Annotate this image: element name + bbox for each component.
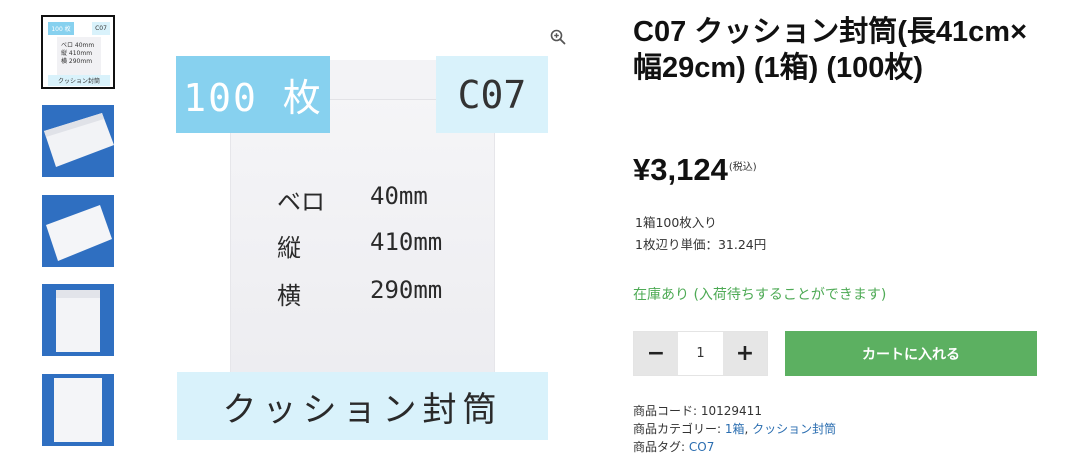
quantity-decrease-button[interactable]: − <box>634 332 678 375</box>
stock-status: 在庫あり (入荷待ちすることができます) <box>633 287 887 303</box>
category-label: 商品カテゴリー: <box>633 422 722 436</box>
tax-note: (税込) <box>728 162 757 173</box>
thumbnail-banner: クッション封筒 <box>48 75 110 86</box>
product-summary: C07 クッション封筒(長41cm×幅29cm) (1箱) (100枚) ¥3,… <box>633 14 1053 454</box>
thumbnail-1[interactable]: 100 枚 C07 ベロ 40mm 縦 410mm 横 290mm クッション封… <box>41 15 115 89</box>
product-meta: 商品コード: 10129411 商品カテゴリー: 1箱, クッション封筒 商品タ… <box>633 402 836 456</box>
category-separator: , <box>744 422 753 436</box>
main-product-image[interactable]: 100 枚 C07 ベロ 40mm 縦 410mm 横 290mm クッション封… <box>150 20 580 460</box>
thumbnail-2[interactable] <box>42 105 114 177</box>
product-type-banner: クッション封筒 <box>177 372 548 440</box>
description-line-unit-price: 1枚辺り単価：31.24円 <box>635 237 767 252</box>
quantity-stepper: − + <box>633 331 768 376</box>
count-badge: 100 枚 <box>176 56 330 133</box>
spec-value-height: 410mm <box>370 228 443 256</box>
thumbnail-3-image <box>42 195 114 267</box>
thumbnail-5[interactable] <box>42 374 114 446</box>
magnifier-plus-icon[interactable] <box>549 28 567 46</box>
thumbnail-spec-2: 縦 410mm <box>61 50 93 57</box>
thumbnail-4[interactable] <box>42 284 114 356</box>
product-price: ¥3,124 <box>633 152 728 187</box>
spec-value-flap: 40mm <box>370 182 428 210</box>
thumbnail-code-badge: C07 <box>92 22 110 35</box>
spec-value-width: 290mm <box>370 276 443 304</box>
category-row: 商品カテゴリー: 1箱, クッション封筒 <box>633 420 836 438</box>
product-short-description: 1箱100枚入り 1枚辺り単価：31.24円 <box>635 212 766 256</box>
thumbnail-2-image <box>42 105 114 177</box>
spec-label-width: 横 <box>277 282 301 310</box>
tag-row: 商品タグ: CO7 <box>633 438 836 456</box>
thumbnail-count-badge: 100 枚 <box>48 22 74 35</box>
thumbnail-spec-1: ベロ 40mm <box>61 42 95 49</box>
quantity-input[interactable] <box>678 332 723 375</box>
sku-label: 商品コード: <box>633 404 698 418</box>
code-badge: C07 <box>436 56 548 133</box>
sku-row: 商品コード: 10129411 <box>633 402 836 420</box>
category-link-1box[interactable]: 1箱 <box>725 422 745 436</box>
tag-label: 商品タグ: <box>633 440 686 454</box>
sku-value: 10129411 <box>700 404 762 418</box>
thumbnail-1-canvas: 100 枚 C07 ベロ 40mm 縦 410mm 横 290mm クッション封… <box>45 19 111 86</box>
spec-label-flap: ベロ <box>277 188 325 216</box>
category-link-cushion-envelope[interactable]: クッション封筒 <box>752 422 836 436</box>
thumbnail-4-image <box>42 284 114 356</box>
add-to-cart-button[interactable]: カートに入れる <box>785 331 1037 376</box>
spec-label-height: 縦 <box>277 234 301 262</box>
quantity-increase-button[interactable]: + <box>723 332 767 375</box>
product-title: C07 クッション封筒(長41cm×幅29cm) (1箱) (100枚) <box>633 16 1028 84</box>
tag-link-co7[interactable]: CO7 <box>689 440 714 454</box>
thumbnail-5-image <box>42 374 114 446</box>
thumbnail-3[interactable] <box>42 195 114 267</box>
description-line-pack: 1箱100枚入り <box>635 215 717 230</box>
thumbnail-spec-3: 横 290mm <box>61 58 93 65</box>
price-block: ¥3,124(税込) <box>633 152 757 188</box>
